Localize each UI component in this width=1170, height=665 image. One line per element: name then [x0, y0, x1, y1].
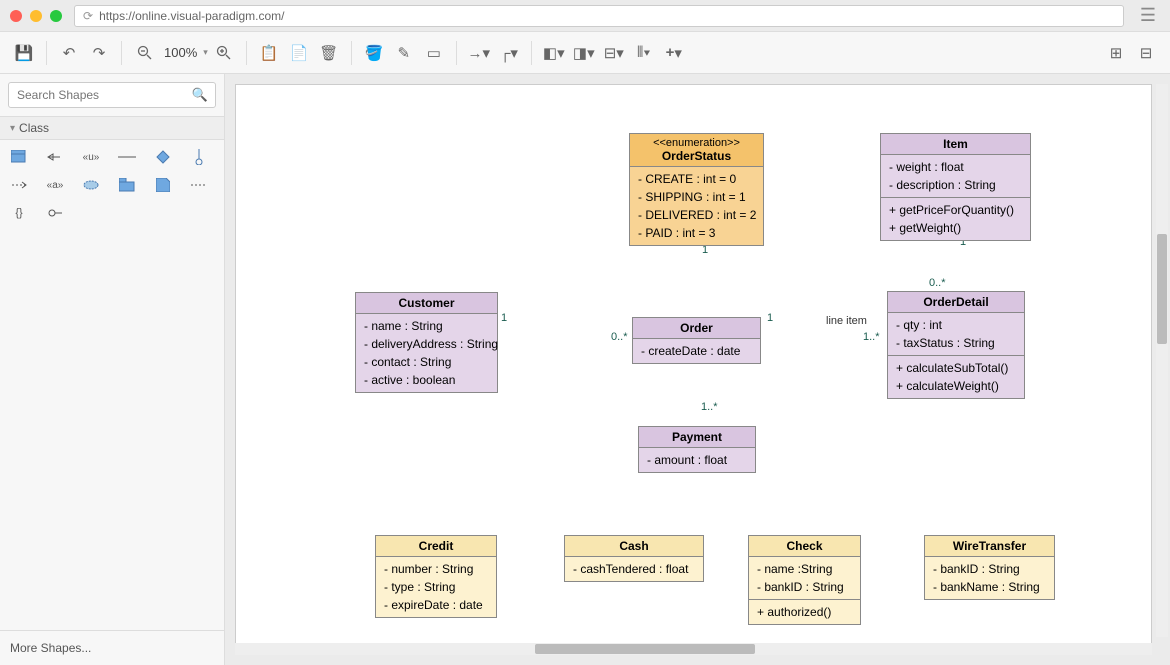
menu-icon[interactable]: ☰: [1136, 5, 1160, 26]
redo-icon[interactable]: ↷: [85, 39, 113, 67]
shape-package-icon[interactable]: [118, 178, 136, 192]
canvas-area: 1 1 0..* 1 line item 1..* 1 0..* 1..* <<…: [225, 74, 1170, 665]
traffic-lights: [10, 10, 62, 22]
search-icon[interactable]: 🔍: [192, 87, 208, 103]
fill-icon[interactable]: 🪣: [360, 39, 388, 67]
shape-interface-icon[interactable]: [190, 150, 208, 164]
mult-label: 1..*: [863, 331, 880, 343]
add-icon[interactable]: +▾: [660, 39, 688, 67]
shape-palette: «u» «a» {}: [0, 140, 224, 230]
sidebar: 🔍 Class «u» «a» {} More Shapes...: [0, 74, 225, 665]
line-style-icon[interactable]: ┌▾: [495, 39, 523, 67]
shape-generalization-icon[interactable]: [46, 150, 64, 164]
shape-class-icon[interactable]: [10, 150, 28, 164]
shape-constraint-icon[interactable]: {}: [10, 206, 28, 220]
undo-icon[interactable]: ↶: [55, 39, 83, 67]
vertical-scrollbar[interactable]: [1156, 84, 1168, 637]
send-back-icon[interactable]: ◧▾: [540, 39, 568, 67]
shape-anchor-icon[interactable]: [190, 178, 208, 192]
arrow-style-icon[interactable]: →▾: [465, 39, 493, 67]
mult-label: 1: [501, 312, 507, 324]
mult-label: 1..*: [701, 401, 718, 413]
shadow-icon[interactable]: ▭: [420, 39, 448, 67]
close-dot[interactable]: [10, 10, 22, 22]
connectors: [236, 85, 536, 235]
zoom-in-icon[interactable]: [210, 39, 238, 67]
shape-usage-icon[interactable]: «u»: [82, 150, 100, 164]
toolbar: 💾 ↶ ↷ 100% ▾ 📋 📄 🗑 🪣 ✎ ▭ →▾ ┌▾ ◧▾ ◨▾ ⊟▾ …: [0, 32, 1170, 74]
zoom-percent[interactable]: 100%: [160, 45, 201, 60]
distribute-icon[interactable]: ⫴▾: [630, 39, 658, 67]
more-shapes-link[interactable]: More Shapes...: [0, 630, 224, 665]
zoom-out-icon[interactable]: [130, 39, 158, 67]
shape-association-icon[interactable]: [118, 150, 136, 164]
class-order[interactable]: Order - createDate : date: [632, 317, 761, 364]
class-item[interactable]: Item - weight : float - description : St…: [880, 133, 1031, 241]
diagram-canvas[interactable]: 1 1 0..* 1 line item 1..* 1 0..* 1..* <<…: [235, 84, 1152, 647]
class-wiretransfer[interactable]: WireTransfer - bankID : String - bankNam…: [924, 535, 1055, 600]
search-input[interactable]: [8, 82, 216, 108]
title-bar: ⟳ https://online.visual-paradigm.com/ ☰: [0, 0, 1170, 32]
class-orderstatus[interactable]: <<enumeration>>OrderStatus - CREATE : in…: [629, 133, 764, 246]
shape-dependency-icon[interactable]: [10, 178, 28, 192]
url-bar[interactable]: ⟳ https://online.visual-paradigm.com/: [74, 5, 1124, 27]
mult-label: 1: [767, 312, 773, 324]
class-orderdetail[interactable]: OrderDetail - qty : int - taxStatus : St…: [887, 291, 1025, 399]
shape-collaboration-icon[interactable]: [82, 178, 100, 192]
delete-icon[interactable]: 🗑: [315, 39, 343, 67]
layout1-icon[interactable]: ⊞: [1102, 39, 1130, 67]
horizontal-scrollbar[interactable]: [235, 643, 1152, 655]
shape-note-icon[interactable]: [154, 178, 172, 192]
minimize-dot[interactable]: [30, 10, 42, 22]
layout2-icon[interactable]: ⊟: [1132, 39, 1160, 67]
align-icon[interactable]: ⊟▾: [600, 39, 628, 67]
class-credit[interactable]: Credit - number : String - type : String…: [375, 535, 497, 618]
reload-icon[interactable]: ⟳: [83, 9, 93, 23]
bring-front-icon[interactable]: ◨▾: [570, 39, 598, 67]
shape-aggregation-icon[interactable]: [154, 150, 172, 164]
stroke-icon[interactable]: ✎: [390, 39, 418, 67]
class-payment[interactable]: Payment - amount : float: [638, 426, 756, 473]
save-icon[interactable]: 💾: [10, 39, 38, 67]
copy-icon[interactable]: 📋: [255, 39, 283, 67]
class-check[interactable]: Check - name :String - bankID : String +…: [748, 535, 861, 625]
shape-abstraction-icon[interactable]: «a»: [46, 178, 64, 192]
url-text: https://online.visual-paradigm.com/: [99, 9, 284, 23]
panel-class-header[interactable]: Class: [0, 116, 224, 140]
paste-icon[interactable]: 📄: [285, 39, 313, 67]
shape-lollipop-icon[interactable]: [46, 206, 64, 220]
zoom-dot[interactable]: [50, 10, 62, 22]
class-cash[interactable]: Cash - cashTendered : float: [564, 535, 704, 582]
class-customer[interactable]: Customer - name : String - deliveryAddre…: [355, 292, 498, 393]
mult-label: 0..*: [929, 277, 946, 289]
mult-label: 0..*: [611, 331, 628, 343]
assoc-label: line item: [826, 315, 867, 327]
